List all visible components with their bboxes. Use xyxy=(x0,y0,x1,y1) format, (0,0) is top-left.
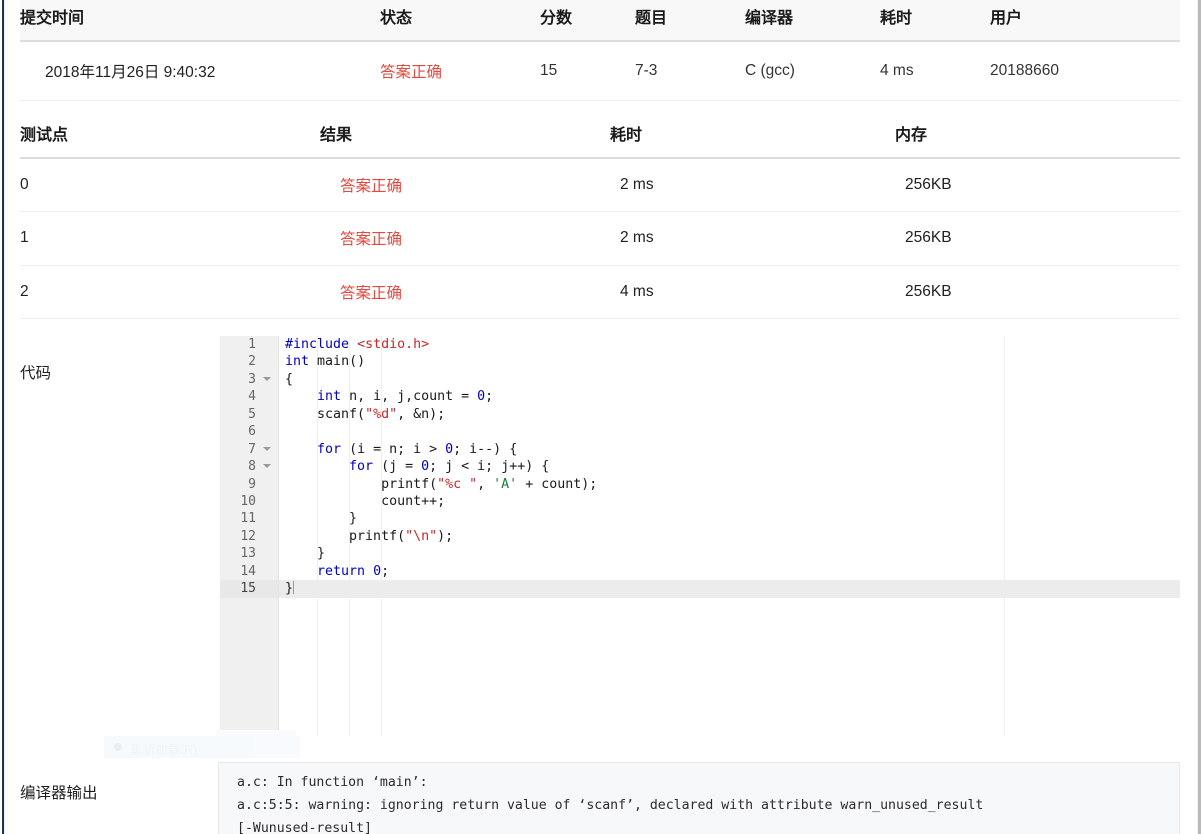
col-header-submit-time: 提交时间 xyxy=(20,0,380,42)
table-row: 2 答案正确 4 ms 256KB xyxy=(20,265,1180,319)
submission-table-body: 2018年11月26日 9:40:32 答案正确 15 7-3 C (gcc) … xyxy=(20,41,1180,101)
code-line-3: { xyxy=(285,371,294,387)
cell-testpoint-time: 4 ms xyxy=(610,265,895,319)
gutter-line-4: 4 xyxy=(248,389,256,405)
table-row[interactable]: 2018年11月26日 9:40:32 答案正确 15 7-3 C (gcc) … xyxy=(20,41,1180,101)
code-line-11: } xyxy=(285,511,358,527)
col-header-compiler: 编译器 xyxy=(745,0,880,42)
right-scrollbar-track xyxy=(1197,0,1198,834)
gutter-line-12: 12 xyxy=(240,528,256,544)
col-header-score: 分数 xyxy=(540,0,635,42)
table-row: 1 答案正确 2 ms 256KB xyxy=(20,211,1180,266)
cell-testpoint-memory: 256KB xyxy=(895,265,1180,319)
code-line-12: printf("\n"); xyxy=(285,528,454,544)
cell-testpoint-id: 2 xyxy=(20,265,320,319)
gutter-line-11: 11 xyxy=(240,511,256,527)
code-line-7: for (i = n; i > 0; i--) { xyxy=(317,441,518,457)
cell-testpoint-time: 2 ms xyxy=(610,158,895,212)
col-header-problem: 题目 xyxy=(635,0,745,42)
code-line-5: scanf("%d", &n); xyxy=(285,406,446,422)
gutter-line-9: 9 xyxy=(248,476,256,492)
cell-user: 20188660 xyxy=(990,41,1180,101)
code-line-10: count++; xyxy=(285,493,446,509)
compiler-output-line: [-Wunused-result] xyxy=(237,821,372,834)
code-line-4: int n, i, j,count = 0; xyxy=(317,389,494,405)
col-header-duration: 耗时 xyxy=(880,0,990,42)
testpoint-table-head: 测试点 结果 耗时 内存 xyxy=(20,100,1180,159)
cell-compiler: C (gcc) xyxy=(745,41,880,101)
compiler-output-label: 编译器输出 xyxy=(20,785,98,802)
col-header-user: 用户 xyxy=(990,0,1180,42)
gutter-line-6: 6 xyxy=(248,424,256,440)
gutter-line-10: 10 xyxy=(240,493,256,509)
compiler-output-panel[interactable]: a.c: In function ‘main’: a.c:5:5: warnin… xyxy=(218,762,1180,834)
cell-testpoint-time: 2 ms xyxy=(610,211,895,266)
col-header-memory: 内存 xyxy=(895,100,1180,159)
code-line-8: for (j = 0; j < i; j++) { xyxy=(349,459,550,475)
code-line-2: int main() xyxy=(285,354,366,370)
testpoint-table: 测试点 结果 耗时 内存 0 答案正确 2 ms 256KB 1 答案正确 2 … xyxy=(20,100,1180,319)
cell-testpoint-memory: 256KB xyxy=(895,158,1180,212)
code-line-9: printf("%c ", 'A' + count); xyxy=(285,476,598,492)
gutter-line-7: 7 xyxy=(220,441,278,458)
code-line-13: } xyxy=(285,546,326,562)
submission-table-head: 提交时间 状态 分数 题目 编译器 耗时 用户 xyxy=(20,0,1180,42)
code-line-14: return 0; xyxy=(317,563,390,579)
testpoint-header-row: 测试点 结果 耗时 内存 xyxy=(20,100,1180,159)
gutter-line-15: 15 xyxy=(220,580,278,598)
col-header-testpoint: 测试点 xyxy=(20,100,320,159)
code-editor[interactable]: 1 2 3 4 5 6 7 8 9 10 11 12 13 14 15 #inc… xyxy=(220,336,1180,736)
code-content[interactable]: #include <stdio.h> int main() { int n, i… xyxy=(279,336,1180,736)
cell-testpoint-id: 0 xyxy=(20,158,320,212)
testpoint-table-body: 0 答案正确 2 ms 256KB 1 答案正确 2 ms 256KB 2 答案… xyxy=(20,158,1180,319)
fold-triangle-icon[interactable] xyxy=(263,376,271,381)
reload-icon xyxy=(114,743,122,751)
code-line-15: } xyxy=(279,580,1180,598)
code-line-1: #include <stdio.h> xyxy=(285,337,430,352)
cell-submit-time: 2018年11月26日 9:40:32 xyxy=(20,41,380,101)
col-header-status: 状态 xyxy=(380,0,540,42)
gutter-line-5: 5 xyxy=(248,406,256,422)
cell-duration: 4 ms xyxy=(880,41,990,101)
cell-score: 15 xyxy=(540,41,635,101)
cell-testpoint-result: 答案正确 xyxy=(320,211,610,266)
cell-testpoint-memory: 256KB xyxy=(895,211,1180,266)
left-edge-rail-inner xyxy=(4,0,5,834)
cell-status[interactable]: 答案正确 xyxy=(380,41,540,101)
compiler-output-line: a.c:5:5: warning: ignoring return value … xyxy=(237,798,984,813)
cell-testpoint-result: 答案正确 xyxy=(320,158,610,212)
submission-header-row: 提交时间 状态 分数 题目 编译器 耗时 用户 xyxy=(20,0,1180,42)
gutter-line-14: 14 xyxy=(240,563,256,579)
col-header-result: 结果 xyxy=(320,100,610,159)
code-section-label: 代码 xyxy=(20,365,52,382)
fold-triangle-icon[interactable] xyxy=(263,446,271,451)
code-editor-gutter[interactable]: 1 2 3 4 5 6 7 8 9 10 11 12 13 14 15 xyxy=(220,336,279,736)
col-header-time: 耗时 xyxy=(610,100,895,159)
gutter-line-1: 1 xyxy=(248,337,256,352)
ghost-menu-label: 重新加载(R) xyxy=(130,743,198,757)
cell-problem[interactable]: 7-3 xyxy=(635,41,745,101)
cell-testpoint-id: 1 xyxy=(20,211,320,266)
submission-table: 提交时间 状态 分数 题目 编译器 耗时 用户 2018年11月26日 9:40… xyxy=(20,0,1180,101)
cell-testpoint-result: 答案正确 xyxy=(320,265,610,319)
gutter-line-13: 13 xyxy=(240,546,256,562)
ghost-context-menu-item: 重新加载(R) xyxy=(104,736,300,758)
page-root: 提交时间 状态 分数 题目 编译器 耗时 用户 2018年11月26日 9:40… xyxy=(0,0,1201,834)
table-row: 0 答案正确 2 ms 256KB xyxy=(20,158,1180,212)
gutter-line-2: 2 xyxy=(248,354,256,370)
gutter-line-3: 3 xyxy=(220,371,278,388)
gutter-line-8: 8 xyxy=(220,458,278,475)
text-caret xyxy=(293,581,295,595)
fold-triangle-icon[interactable] xyxy=(263,464,271,469)
compiler-output-line: a.c: In function ‘main’: xyxy=(237,775,428,790)
